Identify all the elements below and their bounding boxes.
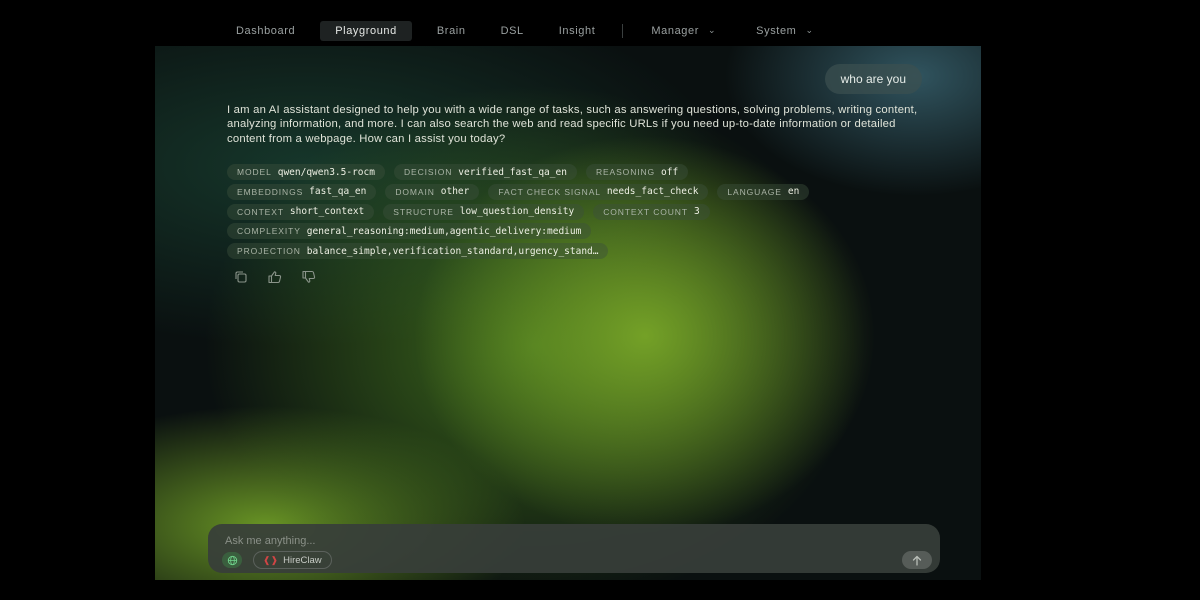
- nav-insight[interactable]: Insight: [549, 21, 606, 41]
- tag-language: LANGUAGE en: [717, 183, 810, 200]
- nav-dsl[interactable]: DSL: [491, 21, 534, 41]
- tag-key: LANGUAGE: [727, 186, 782, 197]
- tag-projection: PROJECTION balance_simple,verification_st…: [227, 243, 609, 260]
- tag-fact-check-signal: FACT CHECK SIGNAL needs_fact_check: [488, 183, 709, 200]
- tag-key: EMBEDDINGS: [237, 186, 304, 197]
- hireclaw-icon: ❰❱: [263, 554, 279, 565]
- tag-value: short_context: [289, 206, 365, 218]
- tag-key: DECISION: [403, 167, 453, 177]
- nav-manager-dropdown[interactable]: Manager ⌄: [641, 21, 726, 41]
- tag-value: needs_fact_check: [606, 186, 699, 198]
- tag-value: other: [440, 186, 470, 198]
- nav-brain[interactable]: Brain: [427, 21, 476, 41]
- tag-context-count: CONTEXT COUNT 3: [593, 203, 710, 220]
- tag-row: EMBEDDINGS fast_qa_en DOMAIN other FACT CH…: [227, 183, 947, 200]
- user-message-bubble: who are you: [824, 64, 922, 94]
- chat-composer: ❰❱ HireClaw: [208, 524, 940, 573]
- tag-structure: STRUCTURE low_question_density: [383, 203, 585, 220]
- tag-key: DOMAIN: [395, 186, 435, 197]
- assistant-message: I am an AI assistant designed to help yo…: [227, 104, 918, 145]
- tag-value: balance_simple,verification_standard,urg…: [306, 245, 599, 257]
- tag-model: MODEL qwen/qwen3.5-rocm: [227, 164, 385, 180]
- tag-row: MODEL qwen/qwen3.5-rocm DECISION verified_…: [227, 164, 947, 180]
- tag-value: 3: [693, 206, 700, 218]
- tag-complexity: COMPLEXITY general_reasoning:medium,agent…: [227, 223, 592, 240]
- tag-key: COMPLEXITY: [237, 226, 301, 237]
- tag-key: REASONING: [595, 167, 656, 177]
- top-nav: Dashboard Playground Brain DSL Insight M…: [226, 20, 844, 42]
- hireclaw-button[interactable]: ❰❱ HireClaw: [253, 551, 332, 569]
- chevron-down-icon: ⌄: [708, 25, 717, 35]
- tag-reasoning: REASONING off: [585, 164, 689, 180]
- tag-value: verified_fast_qa_en: [458, 166, 567, 178]
- tag-context: CONTEXT short_context: [227, 203, 375, 220]
- copy-icon[interactable]: [233, 270, 249, 284]
- arrow-up-icon: [912, 555, 922, 566]
- tag-key: FACT CHECK SIGNAL: [498, 186, 601, 197]
- tag-row: CONTEXT short_context STRUCTURE low_questi…: [227, 203, 947, 220]
- tag-row: COMPLEXITY general_reasoning:medium,agent…: [227, 223, 947, 240]
- hireclaw-label: HireClaw: [283, 554, 322, 566]
- tag-domain: DOMAIN other: [385, 183, 480, 200]
- web-search-toggle[interactable]: [222, 552, 242, 568]
- tag-key: STRUCTURE: [393, 206, 454, 217]
- send-button[interactable]: [902, 551, 932, 569]
- tag-value: low_question_density: [459, 206, 575, 218]
- message-actions: [233, 270, 335, 284]
- globe-icon: [227, 555, 237, 565]
- tag-value: off: [661, 166, 679, 178]
- nav-divider: [622, 24, 624, 38]
- chevron-down-icon: ⌄: [805, 25, 814, 35]
- tag-key: PROJECTION: [237, 246, 301, 257]
- routing-tags: MODEL qwen/qwen3.5-rocm DECISION verified_…: [227, 164, 947, 263]
- thumbs-up-icon[interactable]: [267, 270, 283, 284]
- chat-input[interactable]: [223, 532, 877, 550]
- nav-system-label: System: [756, 25, 797, 37]
- tag-row: PROJECTION balance_simple,verification_st…: [227, 243, 947, 260]
- chat-panel: who are you I am an AI assistant designe…: [155, 46, 981, 580]
- thumbs-down-icon[interactable]: [301, 270, 317, 284]
- tag-value: en: [787, 186, 800, 198]
- tag-value: fast_qa_en: [309, 186, 367, 198]
- tag-decision: DECISION verified_fast_qa_en: [393, 164, 577, 180]
- nav-system-dropdown[interactable]: System ⌄: [746, 21, 823, 41]
- tag-key: MODEL: [237, 167, 272, 177]
- nav-playground[interactable]: Playground: [320, 21, 412, 41]
- nav-manager-label: Manager: [651, 25, 699, 37]
- nav-dashboard[interactable]: Dashboard: [226, 21, 305, 41]
- tag-key: CONTEXT: [237, 206, 284, 217]
- tag-value: qwen/qwen3.5-rocm: [277, 166, 375, 178]
- tag-value: general_reasoning:medium,agentic_deliver…: [306, 225, 582, 237]
- tag-key: CONTEXT COUNT: [603, 206, 688, 217]
- tag-embeddings: EMBEDDINGS fast_qa_en: [227, 183, 377, 200]
